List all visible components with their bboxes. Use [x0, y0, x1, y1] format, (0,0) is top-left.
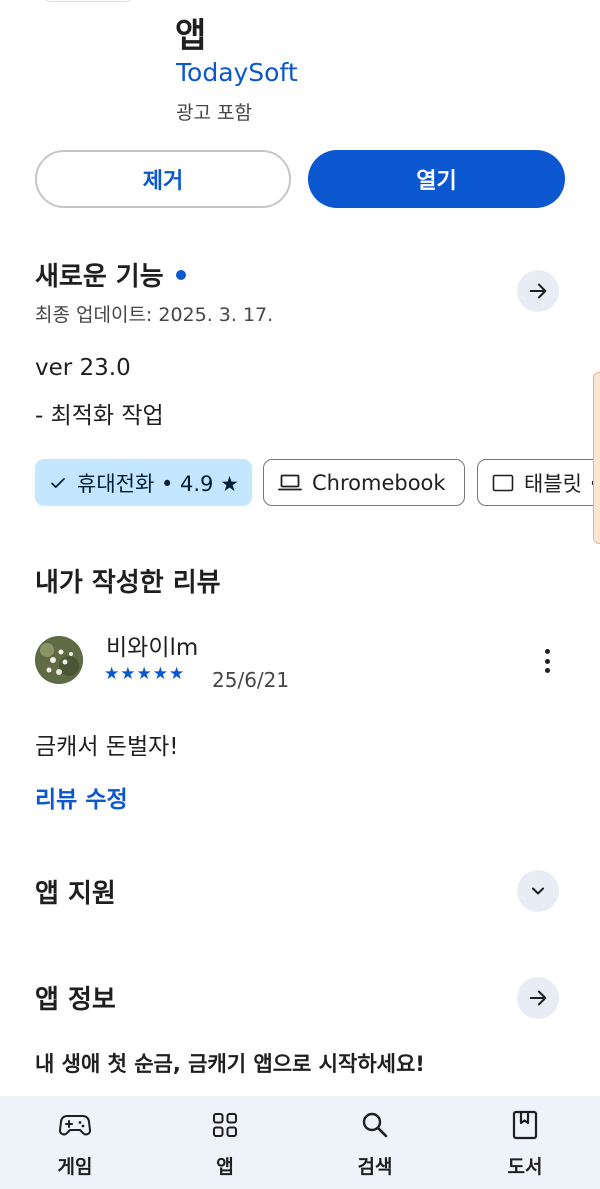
device-chip-phone[interactable]: 휴대전화 • 4.9 ★ — [35, 459, 252, 506]
app-info-arrow-button[interactable] — [517, 977, 559, 1019]
release-notes: - 최적화 작업 — [35, 403, 164, 429]
device-chip-label: 휴대전화 • 4.9 ★ — [77, 471, 239, 496]
nav-item-books[interactable]: 도서 — [450, 1096, 600, 1189]
arrow-right-icon — [529, 283, 547, 299]
remove-button[interactable]: 제거 — [35, 150, 291, 208]
whats-new-arrow-button[interactable] — [517, 270, 559, 312]
whats-new-title: 새로운 기능 — [35, 262, 164, 292]
nav-label: 도서 — [507, 1156, 543, 1178]
nav-item-apps[interactable]: 앱 — [150, 1096, 300, 1189]
gamepad-icon — [59, 1115, 91, 1136]
last-updated: 최종 업데이트: 2025. 3. 17. — [35, 304, 274, 326]
nav-label: 앱 — [216, 1156, 234, 1178]
avatar — [35, 636, 83, 684]
chevron-down-icon — [532, 887, 544, 895]
app-title: 앱 — [175, 16, 207, 56]
check-icon — [51, 477, 65, 488]
nav-label: 검색 — [357, 1156, 393, 1178]
apps-grid-icon — [213, 1113, 237, 1137]
app-info-title: 앱 정보 — [35, 985, 116, 1015]
device-chip-tablet[interactable]: 태블릿 • — [477, 459, 600, 506]
app-support-title: 앱 지원 — [35, 879, 116, 909]
laptop-icon — [278, 474, 302, 490]
device-chip-label: Chromebook — [312, 470, 446, 495]
device-chip-label: 태블릿 • — [524, 471, 600, 496]
bottom-navigation: 게임 앱 검색 도서 — [0, 1096, 600, 1189]
whats-new-heading: 새로운 기능 — [35, 256, 186, 293]
star-rating: ★★★★★ — [104, 664, 186, 684]
app-support-expand-button[interactable] — [517, 870, 559, 912]
more-options-icon[interactable] — [535, 646, 559, 676]
nav-item-games[interactable]: 게임 — [0, 1096, 150, 1189]
app-description: 내 생애 첫 순금, 금캐기 앱으로 시작하세요! — [35, 1052, 425, 1076]
tablet-icon — [492, 474, 514, 491]
arrow-right-icon — [529, 990, 547, 1006]
edit-review-link[interactable]: 리뷰 수정 — [35, 780, 128, 814]
edge-panel-handle[interactable] — [593, 372, 600, 544]
new-indicator-dot — [175, 269, 186, 280]
review-date: 25/6/21 — [212, 668, 290, 692]
device-chip-chromebook[interactable]: Chromebook — [263, 459, 465, 506]
my-review-title: 내가 작성한 리뷰 — [35, 568, 221, 598]
app-icon-frame — [38, 0, 138, 2]
search-icon — [362, 1112, 388, 1138]
developer-link[interactable]: TodaySoft — [176, 58, 298, 87]
nav-label: 게임 — [57, 1156, 93, 1178]
review-text: 금캐서 돈벌자! — [35, 734, 179, 760]
reviewer-name: 비와이lm — [106, 635, 199, 661]
ads-note: 광고 포함 — [176, 102, 252, 124]
book-icon — [512, 1110, 538, 1140]
nav-item-search[interactable]: 검색 — [300, 1096, 450, 1189]
open-button[interactable]: 열기 — [308, 150, 565, 208]
version-text: ver 23.0 — [35, 355, 131, 381]
